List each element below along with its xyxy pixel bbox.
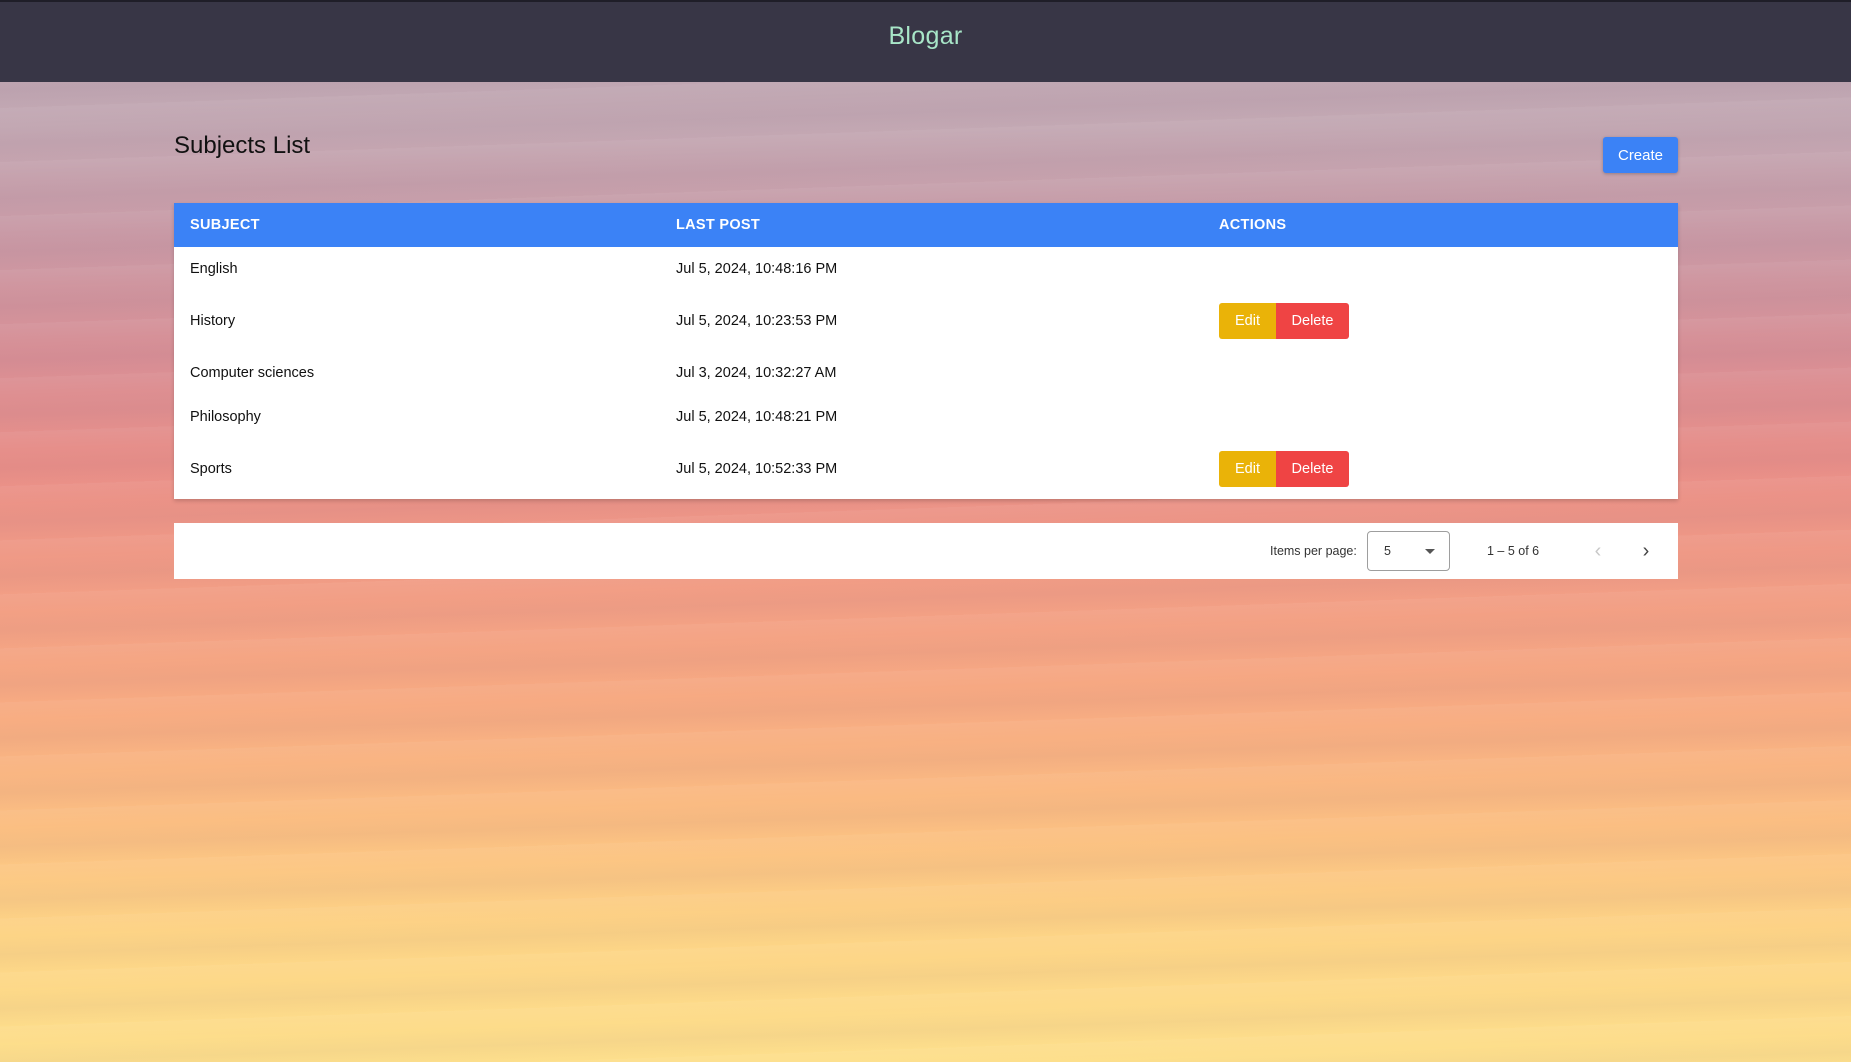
last-post-cell: Jul 3, 2024, 10:32:27 AM <box>676 365 837 381</box>
top-navbar: Blogar <box>0 0 1851 82</box>
subject-cell: Philosophy <box>190 409 261 425</box>
actions-cell: Edit Delete <box>1219 303 1678 339</box>
table-header: SUBJECT LAST POST ACTIONS <box>174 203 1678 247</box>
last-post-cell: Jul 5, 2024, 10:48:16 PM <box>676 261 838 277</box>
table-row: Computer sciences Jul 3, 2024, 10:32:27 … <box>174 351 1678 395</box>
edit-button[interactable]: Edit <box>1219 451 1276 487</box>
table-row: English Jul 5, 2024, 10:48:16 PM <box>174 247 1678 291</box>
delete-button[interactable]: Delete <box>1276 303 1349 339</box>
table-row: Philosophy Jul 5, 2024, 10:48:21 PM <box>174 395 1678 439</box>
actions-cell: Edit Delete <box>1219 451 1678 487</box>
create-button[interactable]: Create <box>1603 137 1678 173</box>
paginator: Items per page: 5 1 – 5 of 6 ‹ › <box>174 523 1678 579</box>
column-header-actions: ACTIONS <box>1219 217 1287 233</box>
chevron-left-icon: ‹ <box>1594 539 1602 562</box>
subject-cell: English <box>190 261 238 277</box>
last-post-cell: Jul 5, 2024, 10:23:53 PM <box>676 313 838 329</box>
dropdown-caret-icon <box>1425 549 1435 554</box>
last-post-cell: Jul 5, 2024, 10:48:21 PM <box>676 409 838 425</box>
items-per-page-value: 5 <box>1384 544 1391 558</box>
items-per-page-label: Items per page: <box>1270 544 1357 558</box>
subject-cell: Sports <box>190 461 232 477</box>
page-title: Subjects List <box>174 132 311 159</box>
subject-cell: History <box>190 313 236 329</box>
delete-button[interactable]: Delete <box>1276 451 1349 487</box>
last-post-cell: Jul 5, 2024, 10:52:33 PM <box>676 461 838 477</box>
items-per-page-select[interactable]: 5 <box>1367 531 1450 571</box>
previous-page-button[interactable]: ‹ <box>1582 535 1614 567</box>
next-page-button[interactable]: › <box>1630 535 1662 567</box>
table-row: History Jul 5, 2024, 10:23:53 PM Edit De… <box>174 291 1678 351</box>
chevron-right-icon: › <box>1642 539 1650 562</box>
brand-title[interactable]: Blogar <box>888 22 962 51</box>
edit-button[interactable]: Edit <box>1219 303 1276 339</box>
page-range-label: 1 – 5 of 6 <box>1487 544 1540 558</box>
subject-cell: Computer sciences <box>190 365 315 381</box>
column-header-last-post: LAST POST <box>676 217 761 233</box>
subjects-table: SUBJECT LAST POST ACTIONS English Jul 5,… <box>174 203 1678 499</box>
column-header-subject: SUBJECT <box>190 217 260 233</box>
table-row: Sports Jul 5, 2024, 10:52:33 PM Edit Del… <box>174 439 1678 499</box>
